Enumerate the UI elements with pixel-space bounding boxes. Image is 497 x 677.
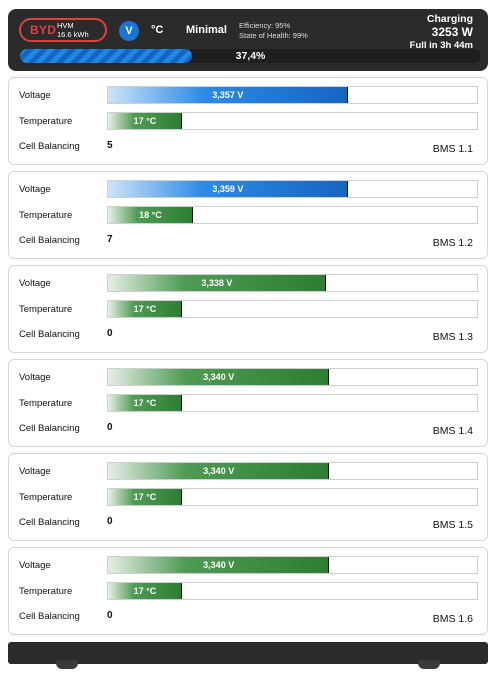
battery-foot-right xyxy=(418,660,440,669)
brand-logo: BYD xyxy=(30,23,57,37)
view-mode-toggle[interactable]: Minimal xyxy=(186,24,227,36)
voltage-bar: 3,340 V xyxy=(107,556,478,574)
voltage-fill: 3,359 V xyxy=(108,181,348,197)
state-of-health-text: State of Health: 99% xyxy=(239,31,308,40)
voltage-label: Voltage xyxy=(19,90,51,101)
temperature-fill: 17 °C xyxy=(108,395,182,411)
temperature-bar: 18 °C xyxy=(107,206,478,224)
cell-balancing-label: Cell Balancing xyxy=(19,517,80,528)
bms-id: BMS 1.3 xyxy=(432,331,473,343)
charge-power: 3253 W xyxy=(431,25,473,39)
voltage-label: Voltage xyxy=(19,278,51,289)
temperature-unit-toggle[interactable]: °C xyxy=(151,24,163,36)
brand-badge: BYD HVM 16.6 kWh xyxy=(19,18,107,42)
temperature-label: Temperature xyxy=(19,116,73,127)
voltage-fill: 3,338 V xyxy=(108,275,326,291)
voltage-label: Voltage xyxy=(19,372,51,383)
temperature-value: 18 °C xyxy=(139,210,162,220)
battery-stats: Efficiency: 95% State of Health: 99% xyxy=(239,21,308,41)
temperature-fill: 17 °C xyxy=(108,583,182,599)
temperature-bar: 17 °C xyxy=(107,582,478,600)
temperature-label: Temperature xyxy=(19,210,73,221)
voltage-label: Voltage xyxy=(19,560,51,571)
bms-id: BMS 1.2 xyxy=(432,237,473,249)
voltage-label: Voltage xyxy=(19,184,51,195)
cell-balancing-label: Cell Balancing xyxy=(19,423,80,434)
bms-module-card: Voltage 3,340 V Temperature 17 °C Cell Balan… xyxy=(8,359,488,447)
temperature-label: Temperature xyxy=(19,586,73,597)
efficiency-text: Efficiency: 95% xyxy=(239,21,291,30)
bms-module-card: Voltage 3,340 V Temperature 17 °C Cell Balan… xyxy=(8,547,488,635)
temperature-fill: 17 °C xyxy=(108,113,182,129)
voltage-bar: 3,340 V xyxy=(107,462,478,480)
voltage-fill: 3,340 V xyxy=(108,557,330,573)
bms-module-card: Voltage 3,359 V Temperature 18 °C Cell Balan… xyxy=(8,171,488,259)
voltage-fill: 3,340 V xyxy=(108,369,330,385)
voltage-unit-toggle[interactable]: V xyxy=(119,21,139,41)
charge-status: Charging 3253 W Full in 3h 44m xyxy=(410,13,473,52)
temperature-value: 17 °C xyxy=(133,116,157,126)
bms-module-card: Voltage 3,340 V Temperature 17 °C Cell Balan… xyxy=(8,453,488,541)
state-of-charge-text: 37,4% xyxy=(235,50,266,62)
voltage-bar: 3,359 V xyxy=(107,180,478,198)
battery-header: BYD HVM 16.6 kWh V °C Minimal Efficiency… xyxy=(8,9,488,71)
voltage-value: 3,340 V xyxy=(203,372,235,382)
voltage-value: 3,338 V xyxy=(201,278,233,288)
cell-balancing-value: 0 xyxy=(107,328,113,339)
voltage-bar: 3,340 V xyxy=(107,368,478,386)
cell-balancing-label: Cell Balancing xyxy=(19,235,80,246)
voltage-bar: 3,338 V xyxy=(107,274,478,292)
temperature-label: Temperature xyxy=(19,304,73,315)
cell-balancing-value: 7 xyxy=(107,234,113,245)
temperature-value: 17 °C xyxy=(133,492,157,502)
battery-foot-left xyxy=(56,660,78,669)
voltage-bar: 3,357 V xyxy=(107,86,478,104)
cell-balancing-value: 0 xyxy=(107,610,113,621)
temperature-fill: 17 °C xyxy=(108,489,182,505)
temperature-bar: 17 °C xyxy=(107,394,478,412)
voltage-fill: 3,340 V xyxy=(108,463,330,479)
cell-balancing-label: Cell Balancing xyxy=(19,329,80,340)
voltage-fill: 3,357 V xyxy=(108,87,348,103)
bms-id: BMS 1.5 xyxy=(432,519,473,531)
voltage-value: 3,357 V xyxy=(212,90,244,100)
bms-module-card: Voltage 3,357 V Temperature 17 °C Cell Balan… xyxy=(8,77,488,165)
cell-balancing-label: Cell Balancing xyxy=(19,141,80,152)
temperature-bar: 17 °C xyxy=(107,488,478,506)
battery-base xyxy=(8,642,488,664)
model-name: HVM xyxy=(57,21,74,30)
cell-balancing-value: 5 xyxy=(107,140,113,151)
temperature-value: 17 °C xyxy=(133,586,157,596)
temperature-fill: 17 °C xyxy=(108,301,182,317)
state-of-charge-bar: 37,4% xyxy=(20,49,481,63)
bms-module-card: Voltage 3,338 V Temperature 17 °C Cell Balan… xyxy=(8,265,488,353)
voltage-value: 3,340 V xyxy=(203,466,235,476)
battery-model: HVM 16.6 kWh xyxy=(57,21,89,39)
cell-balancing-value: 0 xyxy=(107,422,113,433)
temperature-value: 17 °C xyxy=(133,304,157,314)
temperature-label: Temperature xyxy=(19,398,73,409)
temperature-label: Temperature xyxy=(19,492,73,503)
voltage-value: 3,359 V xyxy=(212,184,244,194)
temperature-bar: 17 °C xyxy=(107,300,478,318)
cell-balancing-value: 0 xyxy=(107,516,113,527)
bms-id: BMS 1.6 xyxy=(432,613,473,625)
temperature-fill: 18 °C xyxy=(108,207,193,223)
voltage-label: Voltage xyxy=(19,466,51,477)
temperature-value: 17 °C xyxy=(133,398,157,408)
cell-balancing-label: Cell Balancing xyxy=(19,611,80,622)
bms-id: BMS 1.4 xyxy=(432,425,473,437)
bms-id: BMS 1.1 xyxy=(432,143,473,155)
voltage-value: 3,340 V xyxy=(203,560,235,570)
temperature-bar: 17 °C xyxy=(107,112,478,130)
battery-capacity: 16.6 kWh xyxy=(57,30,89,39)
